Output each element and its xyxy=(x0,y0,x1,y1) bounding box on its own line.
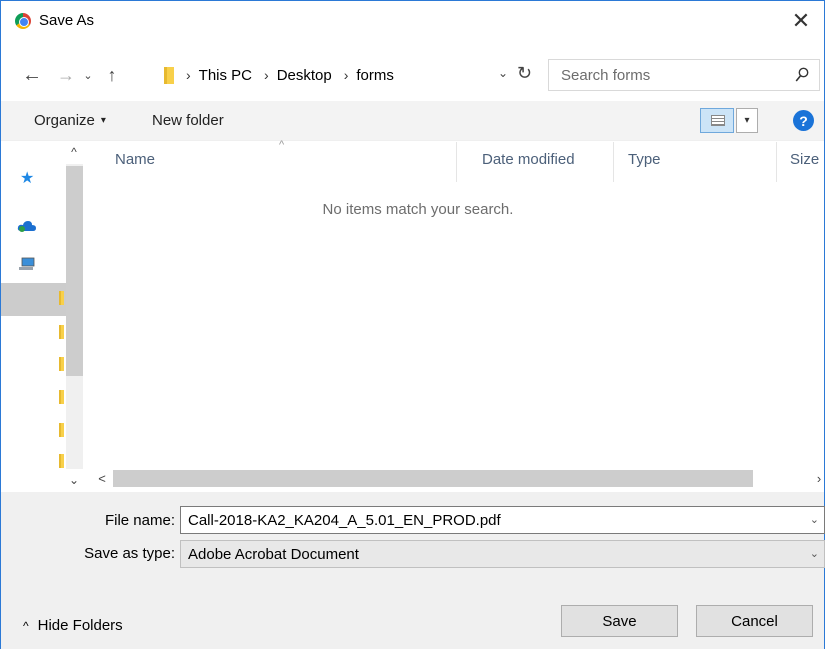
change-view-button[interactable] xyxy=(700,108,734,133)
address-dropdown-icon[interactable]: ⌄ xyxy=(498,66,508,80)
command-bar: Organize ▾ New folder ▾ ? xyxy=(1,101,824,141)
this-pc-icon[interactable] xyxy=(19,257,35,271)
chevron-up-icon: ^ xyxy=(23,618,29,633)
sort-ascending-icon: ^ xyxy=(279,139,285,151)
cancel-button[interactable]: Cancel xyxy=(696,605,813,637)
folder-icon[interactable] xyxy=(59,325,64,339)
chevron-down-icon: ⌄ xyxy=(809,548,819,560)
search-icon[interactable] xyxy=(795,67,809,83)
help-icon[interactable]: ? xyxy=(793,110,814,131)
organize-label: Organize xyxy=(34,112,95,129)
folder-icon[interactable] xyxy=(59,357,64,371)
main-area: ★ ^ ⌄ ^ Name Date modified Type Size No … xyxy=(1,139,825,492)
file-name-label: File name: xyxy=(104,512,175,529)
scroll-left-button[interactable]: < xyxy=(93,468,111,488)
breadcrumb-separator[interactable]: › xyxy=(264,67,269,83)
scroll-right-button[interactable]: › xyxy=(812,468,825,488)
search-box xyxy=(548,59,820,91)
save-as-type-select[interactable]: Adobe Acrobat Document ⌄ xyxy=(180,540,825,568)
column-divider[interactable] xyxy=(776,142,777,182)
arrow-left-icon: ← xyxy=(22,63,42,86)
back-button[interactable]: ← xyxy=(19,62,45,88)
folder-icon[interactable] xyxy=(59,390,64,404)
breadcrumb-desktop[interactable]: Desktop xyxy=(277,67,332,84)
column-header-date-modified[interactable]: Date modified xyxy=(482,151,575,168)
column-divider[interactable] xyxy=(613,142,614,182)
close-button[interactable]: ✕ xyxy=(778,1,824,41)
hide-folders-button[interactable]: ^ Hide Folders xyxy=(23,617,123,634)
column-header-name[interactable]: Name xyxy=(115,151,155,168)
column-header-type[interactable]: Type xyxy=(628,151,661,168)
horizontal-scrollbar[interactable]: < › xyxy=(93,468,825,488)
folder-icon[interactable] xyxy=(59,291,64,305)
save-form: File name: ⌄ Save as type: Adobe Acrobat… xyxy=(1,492,825,649)
quick-access-star-icon[interactable]: ★ xyxy=(20,168,34,188)
save-as-type-label: Save as type: xyxy=(84,545,175,562)
address-bar[interactable]: › This PC › Desktop › forms ⌄ ↻ xyxy=(153,61,539,89)
caret-down-icon: ▾ xyxy=(744,115,750,126)
details-view-icon xyxy=(711,115,725,126)
empty-list-message: No items match your search. xyxy=(322,201,514,218)
column-divider[interactable] xyxy=(456,142,457,182)
close-icon: ✕ xyxy=(791,8,811,33)
title-bar: Save As ✕ xyxy=(1,1,824,41)
save-button[interactable]: Save xyxy=(561,605,678,637)
arrow-up-icon: ↑ xyxy=(107,64,117,85)
nav-scroll-up-button[interactable]: ^ xyxy=(65,142,83,162)
onedrive-cloud-icon[interactable] xyxy=(17,220,37,232)
nav-scroll-down-button[interactable]: ⌄ xyxy=(65,470,83,490)
chevron-down-icon: ⌄ xyxy=(83,69,93,82)
file-name-combobox: ⌄ xyxy=(180,506,825,534)
navigation-bar: ← → ⌄ ↑ › This PC › Desktop › forms ⌄ ↻ xyxy=(1,59,824,91)
caret-down-icon: ▾ xyxy=(100,115,106,126)
search-input[interactable] xyxy=(549,60,779,90)
nav-selected-item[interactable] xyxy=(1,283,66,316)
save-as-dialog: Save As ✕ ← → ⌄ ↑ › This PC › Desktop › … xyxy=(0,0,825,649)
nav-scrollbar-thumb[interactable] xyxy=(66,166,83,376)
up-button[interactable]: ↑ xyxy=(99,62,125,88)
column-header-size[interactable]: Size xyxy=(790,151,819,168)
window-title: Save As xyxy=(39,12,95,29)
file-list-pane: ^ Name Date modified Type Size No items … xyxy=(93,139,825,492)
folder-icon xyxy=(164,66,174,84)
navigation-pane: ★ ^ ⌄ xyxy=(1,142,87,492)
folder-icon[interactable] xyxy=(59,454,64,468)
breadcrumb-separator: › xyxy=(186,67,191,83)
folder-icon[interactable] xyxy=(59,423,64,437)
breadcrumb-this-pc[interactable]: This PC xyxy=(199,67,252,84)
recent-locations-button[interactable]: ⌄ xyxy=(75,62,101,88)
file-name-input[interactable] xyxy=(181,507,801,533)
save-as-type-value: Adobe Acrobat Document xyxy=(188,546,359,563)
hide-folders-label: Hide Folders xyxy=(37,617,123,634)
chrome-icon xyxy=(15,13,31,29)
new-folder-button[interactable]: New folder xyxy=(152,112,224,129)
organize-button[interactable]: Organize ▾ xyxy=(34,112,106,129)
breadcrumb-forms[interactable]: forms xyxy=(356,67,394,84)
horizontal-scrollbar-thumb[interactable] xyxy=(113,470,753,487)
breadcrumb-separator[interactable]: › xyxy=(344,67,349,83)
refresh-icon[interactable]: ↻ xyxy=(517,63,532,84)
chevron-down-icon[interactable]: ⌄ xyxy=(810,513,819,526)
view-options-dropdown[interactable]: ▾ xyxy=(736,108,758,133)
arrow-right-icon: → xyxy=(57,64,75,85)
